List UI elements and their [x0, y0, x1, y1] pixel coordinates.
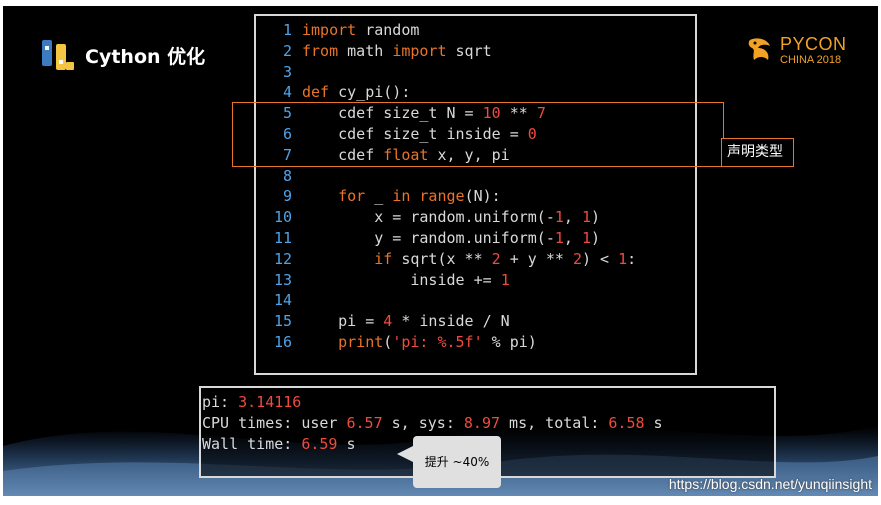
code-token: y = random.uniform(-	[302, 228, 555, 247]
dragon-logo-icon	[748, 38, 770, 60]
code-line: 16 print('pi: %.5f' % pi)	[268, 332, 636, 353]
output-token: s	[337, 435, 356, 453]
code-token: math	[338, 41, 393, 60]
line-number: 14	[273, 291, 292, 310]
code-token: (	[383, 332, 393, 351]
code-token: range	[419, 187, 465, 206]
output-token: s	[644, 414, 663, 432]
line-number: 12	[273, 249, 292, 268]
code-token: 1	[618, 249, 628, 268]
code-token: (N):	[464, 187, 501, 206]
line-number: 13	[273, 270, 292, 289]
code-token: )	[591, 208, 601, 227]
code-token: 1	[554, 208, 564, 227]
code-token: from	[302, 41, 339, 60]
code-token: 1	[554, 228, 564, 247]
output-token: ms, total:	[500, 414, 609, 432]
code-line: 1 import random	[268, 20, 636, 41]
pycon-badge: PYCON CHINA 2018	[744, 34, 847, 66]
code-token: * inside / N	[392, 312, 510, 331]
code-line: 2 from math import sqrt	[268, 41, 636, 62]
code-token: 2	[491, 249, 501, 268]
output-token: pi:	[202, 393, 239, 411]
code-token: sqrt(x **	[392, 249, 492, 268]
line-number: 16	[273, 332, 292, 351]
code-token: % pi)	[482, 332, 537, 351]
code-token: 1	[500, 270, 510, 289]
watermark-url: https://blog.csdn.net/yunqiinsight	[668, 476, 872, 492]
output-token: CPU times: user	[202, 414, 347, 432]
code-token: + y **	[500, 249, 573, 268]
line-number: 10	[273, 208, 292, 227]
code-token: def	[302, 83, 330, 102]
code-token: for	[338, 187, 366, 206]
code-listing: 1 import random 2 from math import sqrt 3 4 de…	[268, 20, 636, 353]
line-number: 3	[282, 62, 292, 81]
output-token: s, sys:	[382, 414, 464, 432]
brand-header: Cython 优化	[39, 36, 205, 74]
slide-title: Cython 优化	[85, 45, 206, 68]
code-line: 9 for _ in range(N):	[268, 186, 636, 207]
output-line: CPU times: user 6.57 s, sys: 8.97 ms, to…	[202, 413, 663, 434]
code-token: import	[302, 21, 357, 39]
slide: Cython 优化 PYCON CHINA 2018 1 import rando…	[3, 6, 878, 496]
code-line: 3	[268, 62, 636, 83]
code-line: 4 def cy_pi():	[268, 82, 636, 103]
pycon-sub: CHINA 2018	[780, 53, 842, 66]
code-token: inside +=	[302, 270, 501, 289]
cython-logo-icon	[42, 40, 74, 70]
code-line: 13 inside += 1	[268, 270, 636, 291]
declaration-highlight	[232, 102, 724, 167]
declare-types-callout: 声明类型	[721, 138, 794, 167]
output-token: Wall time:	[202, 435, 302, 453]
output-token: 3.14116	[238, 393, 302, 411]
code-token: :	[627, 249, 637, 268]
code-token: 2	[572, 249, 582, 268]
code-token: random	[356, 21, 420, 39]
code-token: _	[365, 187, 393, 206]
output-line: pi: 3.14116	[202, 392, 663, 413]
speedup-tooltip: 提升 ~40%	[397, 436, 501, 488]
code-line: 14	[268, 290, 636, 311]
line-number: 9	[282, 187, 292, 206]
code-line: 10 x = random.uniform(-1, 1)	[268, 207, 636, 228]
pycon-name: PYCON	[780, 33, 847, 54]
code-line: 8	[268, 166, 636, 187]
output-token: 6.57	[346, 414, 383, 432]
code-line: 12 if sqrt(x ** 2 + y ** 2) < 1:	[268, 249, 636, 270]
line-number: 1	[282, 21, 292, 39]
line-number: 8	[282, 166, 292, 185]
output-token: 6.59	[301, 435, 338, 453]
code-line: 11 y = random.uniform(-1, 1)	[268, 228, 636, 249]
code-token: sqrt	[446, 41, 492, 60]
code-token: 1	[581, 228, 591, 247]
code-token: )	[591, 228, 601, 247]
line-number: 15	[273, 312, 292, 331]
code-token: print	[338, 332, 384, 351]
code-token: pi =	[302, 312, 384, 331]
code-line: 15 pi = 4 * inside / N	[268, 311, 636, 332]
code-token: ,	[563, 228, 582, 247]
code-token: 4	[383, 312, 393, 331]
code-token: if	[374, 249, 393, 268]
code-token: cy_pi():	[329, 83, 411, 102]
line-number: 4	[282, 83, 292, 102]
code-token: in	[392, 187, 411, 206]
code-token: x = random.uniform(-	[302, 208, 555, 227]
code-token: import	[392, 41, 447, 60]
output-token: 8.97	[463, 414, 501, 432]
code-token: ,	[563, 208, 582, 227]
output-token: 6.58	[608, 414, 645, 432]
code-token: 'pi: %.5f'	[392, 332, 483, 351]
line-number: 11	[273, 228, 292, 247]
code-token: 1	[581, 208, 591, 227]
line-number: 2	[282, 41, 292, 60]
code-token: ) <	[581, 249, 619, 268]
